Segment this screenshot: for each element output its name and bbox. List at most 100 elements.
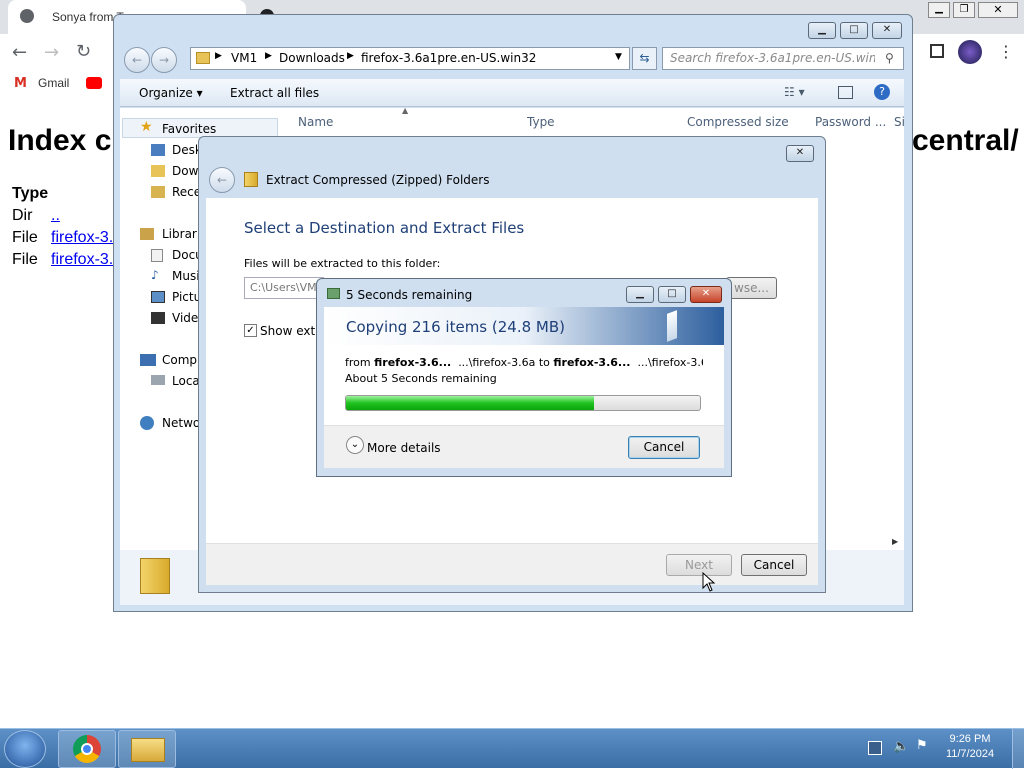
clock-time: 9:26 PM (949, 733, 991, 745)
breadcrumb-downloads[interactable]: Downloads (279, 51, 345, 65)
libraries-icon (140, 228, 154, 240)
more-details-button[interactable]: More details (367, 441, 441, 455)
scroll-right-arrow-icon[interactable]: ▶ (892, 537, 898, 546)
destination-input[interactable]: C:\Users\VM (244, 277, 324, 299)
organize-button[interactable]: Organize ▾ (139, 86, 203, 100)
pictures-icon (151, 291, 165, 303)
next-label: Next (685, 558, 713, 572)
time-remaining: About 5 Seconds remaining (345, 372, 497, 385)
explorer-forward-button[interactable]: → (151, 47, 177, 73)
chevron-down-icon[interactable]: ⌄ (346, 436, 364, 454)
copy-header: Copying 216 items (24.8 MB) (324, 307, 724, 345)
copy-route: from firefox-3.6... ...\firefox-3.6a to … (345, 356, 703, 369)
from-label: from (345, 356, 371, 369)
from-name: firefox-3.6... (374, 356, 452, 369)
destination-value: C:\Users\VM (250, 281, 317, 294)
show-desktop-button[interactable] (1012, 729, 1024, 769)
views-icon[interactable]: ☷ ▾ (784, 85, 805, 99)
refresh-button[interactable]: ⇆ (632, 47, 657, 70)
copy-progress-bar (345, 395, 701, 411)
chrome-center-icon (81, 743, 93, 755)
forward-arrow-icon[interactable]: → (44, 42, 59, 63)
start-button[interactable] (4, 730, 46, 768)
computer-icon (140, 354, 156, 366)
network-tray-icon[interactable] (868, 741, 882, 755)
volume-muted-icon[interactable]: 🔈 (893, 739, 909, 754)
column-password[interactable]: Password ... (815, 115, 886, 129)
copy-footer: ⌄ More details Cancel (324, 425, 724, 468)
wizard-cancel-button[interactable]: Cancel (741, 554, 807, 576)
browse-button[interactable]: wse... (726, 277, 777, 299)
column-compressed-size[interactable]: Compressed size (687, 115, 789, 129)
extract-all-button[interactable]: Extract all files (230, 86, 319, 100)
row-type: Dir (12, 207, 33, 224)
sidepanel-icon[interactable] (930, 44, 944, 58)
nav-downloads[interactable]: Dow (172, 164, 198, 178)
taskbar-explorer[interactable] (118, 730, 176, 768)
nav-music[interactable]: Musi (172, 269, 200, 283)
help-icon[interactable]: ? (874, 84, 890, 100)
menu-dots-icon[interactable]: ⋮ (998, 42, 1014, 61)
explorer-back-button[interactable]: ← (124, 47, 150, 73)
taskbar: 🔈 ⚑ 9:26 PM 11/7/2024 (0, 728, 1024, 769)
nav-pictures[interactable]: Pictu (172, 290, 201, 304)
row-link[interactable]: firefox-3. (51, 251, 113, 269)
nav-recent[interactable]: Rece (172, 185, 201, 199)
copy-dialog-icon (327, 288, 340, 299)
wizard-close-button[interactable]: ✕ (786, 145, 814, 162)
copy-progress-fill (346, 396, 594, 410)
folder-label: Files will be extracted to this folder: (244, 257, 441, 270)
column-size[interactable]: Si (894, 115, 905, 129)
page-heading-left: Index c (8, 124, 112, 157)
preview-pane-icon[interactable] (838, 86, 853, 99)
next-button[interactable]: Next (666, 554, 732, 576)
row-link[interactable]: firefox-3. (51, 229, 113, 247)
action-center-flag-icon[interactable]: ⚑ (916, 738, 928, 753)
explorer-maximize-button[interactable]: □ (840, 22, 868, 39)
nav-local-disk[interactable]: Loca (172, 374, 200, 388)
breadcrumb-folder[interactable]: firefox-3.6a1pre.en-US.win32 (361, 51, 536, 65)
copy-maximize-button[interactable]: □ (658, 286, 686, 303)
star-icon: ★ (140, 119, 153, 135)
globe-icon (20, 9, 34, 23)
copy-minimize-button[interactable]: ▁ (626, 286, 654, 303)
breadcrumb-vm1[interactable]: VM1 (231, 51, 257, 65)
copy-details: from firefox-3.6... ...\firefox-3.6a to … (324, 345, 724, 425)
copy-dialog-title: 5 Seconds remaining (346, 288, 473, 302)
videos-icon (151, 312, 165, 324)
column-name[interactable]: Name (298, 115, 333, 129)
copy-cancel-button[interactable]: Cancel (628, 436, 700, 459)
profile-avatar[interactable] (958, 40, 982, 64)
column-type[interactable]: Type (527, 115, 555, 129)
restore-browser-button[interactable]: ❐ (953, 2, 975, 18)
row-link[interactable]: .. (51, 207, 60, 225)
breadcrumb-sep-icon: ▶ (347, 51, 354, 61)
copy-animation-icon (667, 310, 677, 342)
zip-folder-icon (244, 172, 258, 187)
wizard-back-button[interactable]: ← (209, 167, 235, 193)
explorer-close-button[interactable]: ✕ (872, 22, 902, 39)
bookmark-gmail[interactable]: Gmail (38, 76, 69, 90)
row-type: File (12, 229, 38, 246)
taskbar-chrome[interactable] (58, 730, 116, 768)
address-bar[interactable]: ▶ VM1 ▶ Downloads ▶ firefox-3.6a1pre.en-… (190, 47, 630, 70)
downloads-icon (151, 165, 165, 177)
minimize-browser-button[interactable]: ▁ (928, 2, 950, 18)
search-input[interactable]: Search firefox-3.6a1pre.en-US.win32 ⚲ (662, 47, 904, 70)
address-dropdown-icon[interactable]: ▼ (615, 52, 622, 62)
show-extracted-checkbox[interactable]: ✓ (244, 324, 257, 337)
system-clock[interactable]: 9:26 PM 11/7/2024 (938, 733, 1002, 760)
explorer-minimize-button[interactable]: ▁ (808, 22, 836, 39)
nav-favorites[interactable]: Favorites (162, 122, 216, 136)
page-heading-right: central/ (912, 124, 1019, 157)
organize-label: Organize (139, 86, 193, 100)
close-browser-button[interactable]: ✕ (978, 2, 1018, 18)
nav-network[interactable]: Netwo (162, 416, 200, 430)
type-column-header: Type (12, 185, 49, 202)
search-placeholder: Search firefox-3.6a1pre.en-US.win32 (670, 51, 875, 65)
back-arrow-icon[interactable]: ← (12, 42, 27, 63)
from-path: ...\firefox-3.6a (458, 356, 536, 369)
nav-videos[interactable]: Vide (172, 311, 198, 325)
copy-close-button[interactable]: ✕ (690, 286, 722, 303)
reload-icon[interactable]: ↻ (76, 41, 91, 62)
